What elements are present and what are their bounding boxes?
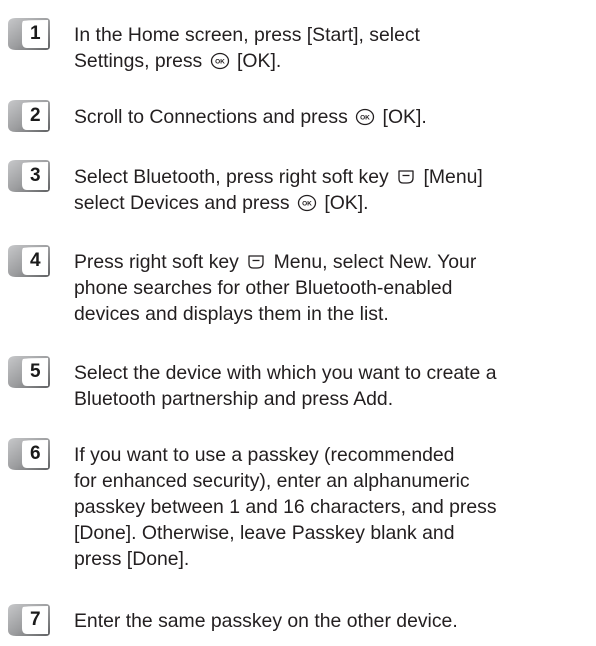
step-text-line: Enter the same passkey on the other devi… <box>74 610 458 632</box>
step-number: 5 <box>30 361 41 382</box>
step-text-line: passkey between 1 and 16 characters, and… <box>74 496 497 518</box>
step-number-badge: 7 <box>6 604 50 636</box>
step-number-badge: 4 <box>6 245 50 277</box>
step-text-line: Settings, press OK [OK]. <box>74 50 282 72</box>
step-number: 3 <box>30 165 41 186</box>
step-text-line: Scroll to Connections and press OK [OK]. <box>74 106 427 128</box>
step-number-badge: 6 <box>6 438 50 470</box>
step-number: 1 <box>30 23 41 44</box>
step-badge-shape <box>8 604 50 636</box>
step-text: If you want to use a passkey (recommende… <box>74 442 579 572</box>
step-badge-shape <box>8 438 50 470</box>
step-number-badge: 3 <box>6 160 50 192</box>
step-text-line: Select the device with which you want to… <box>74 362 497 384</box>
step-number-badge: 1 <box>6 18 50 50</box>
step-text: In the Home screen, press [Start], selec… <box>74 22 579 74</box>
step-text-line: devices and displays them in the list. <box>74 303 389 325</box>
step-badge-shape <box>8 356 50 388</box>
step-text-line: Press right soft key Menu, select New. Y… <box>74 251 477 273</box>
step-text-line: phone searches for other Bluetooth-enabl… <box>74 277 453 299</box>
step-number: 7 <box>30 609 41 630</box>
ok-key-icon: OK <box>297 194 317 212</box>
step-text-line: select Devices and press OK [OK]. <box>74 192 369 214</box>
step-text: Scroll to Connections and press OK [OK]. <box>74 104 579 130</box>
svg-text:OK: OK <box>302 200 312 207</box>
right-soft-key-icon <box>398 170 414 184</box>
step-text-line: for enhanced security), enter an alphanu… <box>74 470 470 492</box>
step-text-line: Select Bluetooth, press right soft key [… <box>74 166 483 188</box>
step-badge-shape <box>8 100 50 132</box>
step-number: 4 <box>30 250 41 271</box>
step-number: 6 <box>30 443 41 464</box>
svg-text:OK: OK <box>215 58 225 65</box>
step-badge-shape <box>8 18 50 50</box>
step-text-line: press [Done]. <box>74 548 190 570</box>
step-text: Enter the same passkey on the other devi… <box>74 608 579 634</box>
ok-key-icon: OK <box>356 108 375 126</box>
step-text-line: If you want to use a passkey (recommende… <box>74 444 455 466</box>
step-badge-shape <box>8 160 50 192</box>
step-text: Select the device with which you want to… <box>74 360 579 412</box>
step-number-badge: 5 <box>6 356 50 388</box>
step-number: 2 <box>30 105 41 126</box>
right-soft-key-icon <box>248 255 264 269</box>
step-text: Press right soft key Menu, select New. Y… <box>74 249 579 327</box>
step-text-line: Bluetooth partnership and press Add. <box>74 388 394 410</box>
step-number-badge: 2 <box>6 100 50 132</box>
ok-key-icon: OK <box>210 52 229 70</box>
step-text-line: In the Home screen, press [Start], selec… <box>74 24 420 46</box>
svg-text:OK: OK <box>360 114 370 121</box>
step-text-line: [Done]. Otherwise, leave Passkey blank a… <box>74 522 455 544</box>
step-text: Select Bluetooth, press right soft key [… <box>74 164 579 216</box>
step-badge-shape <box>8 245 50 277</box>
